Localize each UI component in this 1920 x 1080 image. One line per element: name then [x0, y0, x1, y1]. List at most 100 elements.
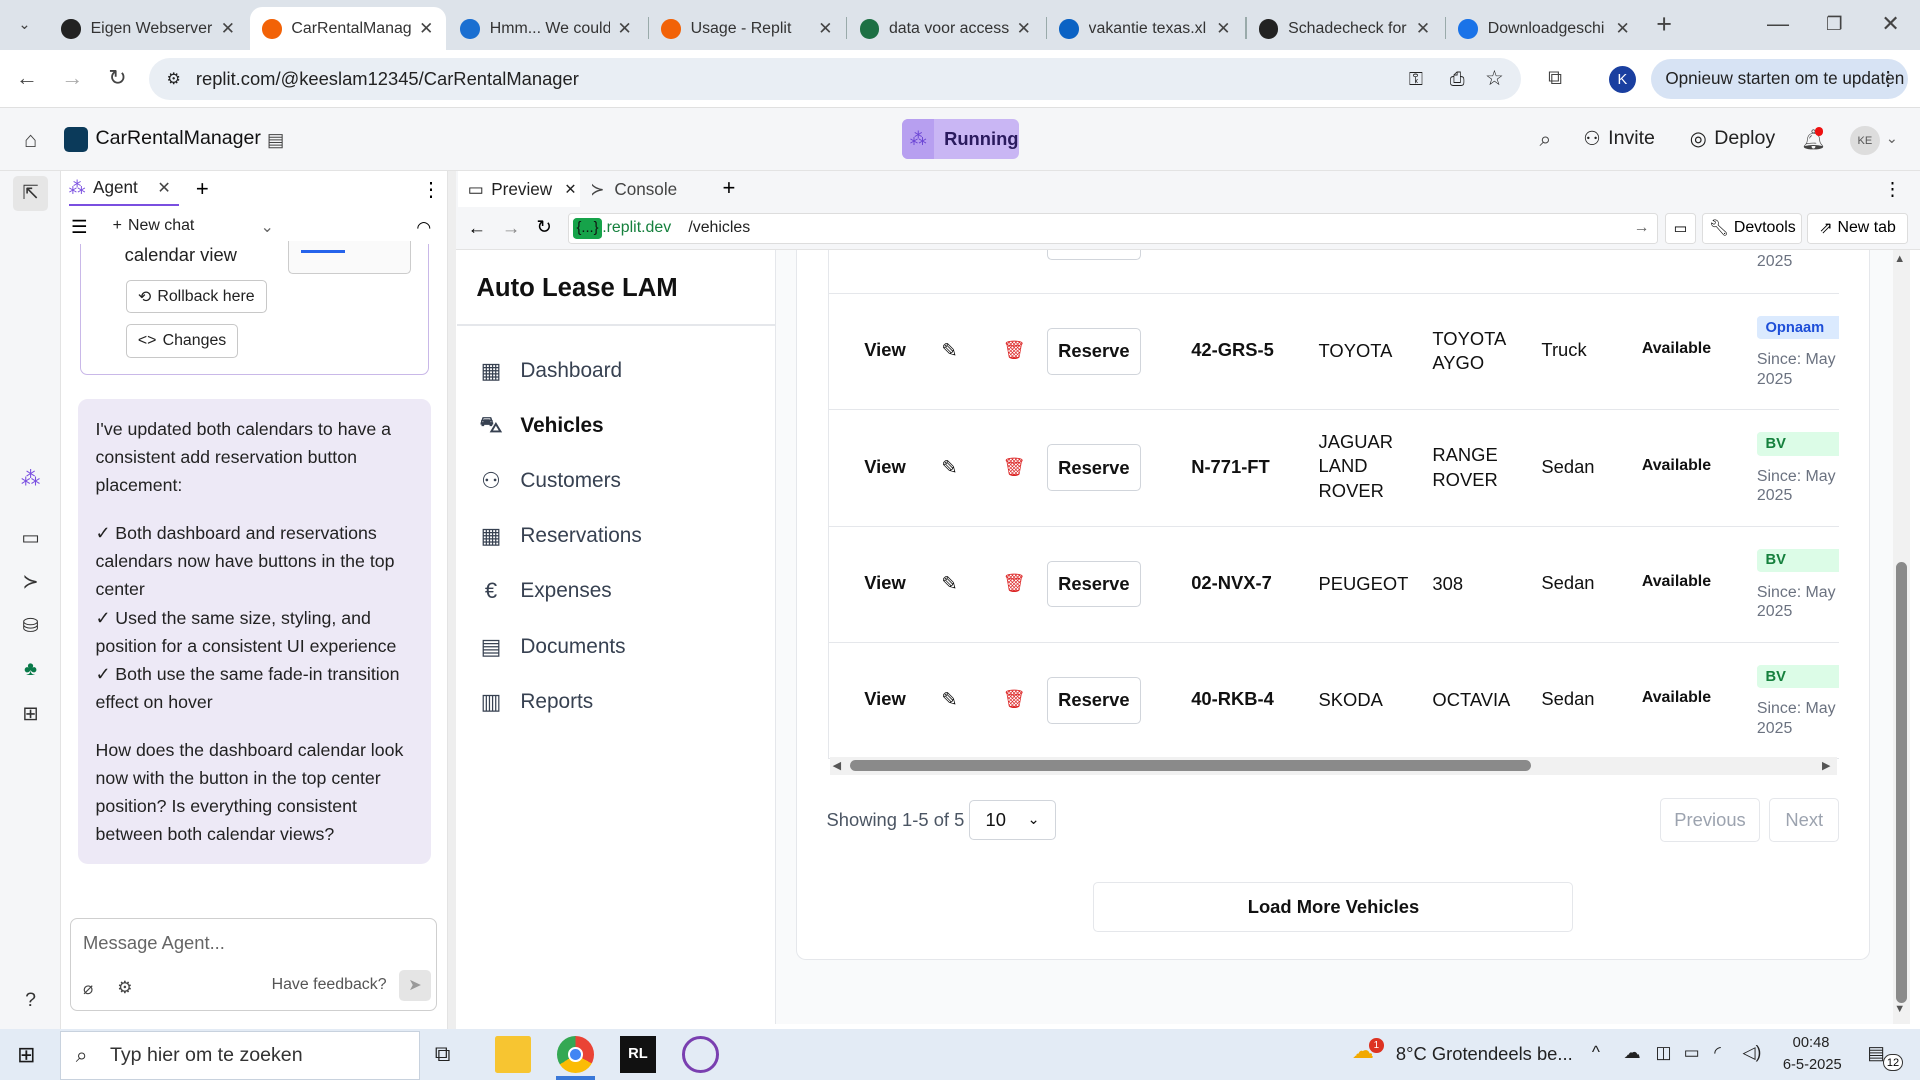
close-tab-icon[interactable]: ✕ [1216, 18, 1230, 39]
close-tab-icon[interactable]: ✕ [419, 18, 433, 39]
project-name[interactable]: CarRentalManager [96, 127, 261, 150]
tab-console[interactable]: ≻ Console [590, 171, 677, 207]
chat-list-icon[interactable]: ☰ [71, 216, 87, 238]
scroll-down-icon[interactable]: ▼ [1894, 1003, 1905, 1015]
clock-date[interactable]: 6-5-2025 [1783, 1057, 1842, 1073]
trash-icon[interactable]: 🗑︎ [1003, 456, 1026, 478]
scroll-right-icon[interactable]: ▶ [1822, 759, 1830, 772]
preview-address[interactable]: {...} .replit.dev /vehicles → [568, 213, 1658, 244]
trash-icon[interactable]: 🗑︎ [1003, 572, 1026, 594]
rollback-button[interactable]: ⟲ Rollback here [125, 280, 267, 314]
forward-icon[interactable]: → [58, 64, 87, 93]
packages-icon[interactable]: ♣ [17, 656, 44, 683]
reload-icon[interactable]: ↻ [536, 216, 551, 238]
run-button[interactable]: ⁂ Running [902, 118, 1019, 160]
taskbar-search[interactable]: ⌕ Typ hier om te zoeken [60, 1031, 420, 1080]
load-more-button[interactable]: Load More Vehicles [1093, 881, 1574, 932]
site-info-icon[interactable]: ⚙ [167, 69, 181, 89]
nav-item-expenses[interactable]: € Expenses [476, 573, 612, 610]
help-icon[interactable]: ? [17, 987, 44, 1014]
view-button[interactable]: View [864, 339, 906, 361]
tray-chevron-icon[interactable]: ^ [1592, 1042, 1600, 1063]
profile-avatar[interactable]: K [1608, 66, 1636, 94]
reserve-button-partial[interactable] [1046, 249, 1141, 260]
panel-menu-icon[interactable]: ⋮ [421, 178, 441, 202]
agent-icon[interactable]: ⁂ [17, 465, 44, 492]
scroll-thumb[interactable] [849, 760, 1531, 772]
tab-preview[interactable]: ▭ Preview ✕ [457, 171, 581, 207]
password-key-icon[interactable]: ⚿ [1409, 68, 1423, 90]
nav-item-dashboard[interactable]: ▦ Dashboard [476, 353, 623, 390]
browser-tab[interactable]: Usage - Replit ✕ [649, 7, 845, 50]
close-tab-icon[interactable]: ✕ [221, 18, 235, 39]
browser-tab[interactable]: Schadecheck for ✕ [1247, 7, 1443, 50]
onedrive-tray-icon[interactable]: ☁ [1624, 1042, 1641, 1063]
close-tab-icon[interactable]: ✕ [564, 181, 576, 198]
reload-icon[interactable]: ↻ [103, 64, 132, 93]
new-chat-button[interactable]: + New chat ⌄ [113, 217, 274, 237]
preview-icon[interactable]: ▭ [17, 524, 44, 551]
forward-icon[interactable]: → [502, 217, 520, 239]
reserve-button[interactable]: Reserve [1046, 560, 1141, 608]
nav-item-reports[interactable]: ▥ Reports [476, 683, 594, 720]
browser-tab[interactable]: Hmm... We could ✕ [448, 7, 644, 50]
pencil-icon[interactable]: ✎ [941, 688, 957, 712]
close-tab-icon[interactable]: ✕ [157, 178, 170, 198]
checkpoint-thumbnail[interactable] [287, 241, 412, 275]
bookmark-star-icon[interactable]: ☆ [1485, 66, 1504, 91]
nav-item-customers[interactable]: ⚇ Customers [476, 463, 621, 500]
scroll-left-icon[interactable]: ◀ [833, 759, 841, 772]
install-app-icon[interactable]: ⎙ [1450, 68, 1465, 90]
settings-icon[interactable]: ⚙ [117, 977, 132, 998]
reserve-button[interactable]: Reserve [1046, 677, 1141, 724]
panel-resizer[interactable] [448, 171, 456, 1029]
pencil-icon[interactable]: ✎ [941, 339, 957, 363]
devtools-button[interactable]: 🔧︎ Devtools [1702, 213, 1803, 244]
windows-start-icon[interactable]: ⊞ [17, 1042, 35, 1068]
restore-icon[interactable]: ❐ [1820, 10, 1849, 39]
add-tab-icon[interactable]: + [722, 175, 735, 201]
browser-tab[interactable]: Downloadgeschi ✕ [1446, 7, 1642, 50]
chevron-down-icon[interactable]: ⌄ [260, 217, 273, 237]
panel-menu-icon[interactable]: ⋮ [1883, 178, 1901, 200]
browser-tab[interactable]: CarRentalManag ✕ [249, 7, 446, 51]
app-circle-icon[interactable] [682, 1035, 719, 1073]
message-input[interactable]: Message Agent... [83, 932, 225, 954]
speed-icon[interactable]: ◠ [416, 217, 431, 238]
nav-item-documents[interactable]: ▤ Documents [476, 628, 626, 665]
task-view-icon[interactable]: ⧉ [435, 1041, 451, 1067]
previous-button[interactable]: Previous [1660, 798, 1760, 843]
home-icon[interactable]: ⌂ [16, 125, 45, 154]
search-icon[interactable]: ⌕ [1531, 125, 1560, 154]
trash-icon[interactable]: 🗑︎ [1003, 688, 1026, 710]
horizontal-scrollbar[interactable]: ◀ ▶ [830, 756, 1837, 776]
new-tab-button[interactable]: ⇗ New tab [1807, 213, 1908, 244]
changes-button[interactable]: <> Changes [125, 324, 239, 358]
next-button[interactable]: Next [1769, 798, 1840, 843]
reserve-button[interactable]: Reserve [1046, 328, 1141, 375]
update-button[interactable]: Opnieuw starten om te updaten ⋮ [1650, 58, 1908, 100]
wifi-icon[interactable]: ◜ [1714, 1042, 1721, 1063]
view-button[interactable]: View [864, 572, 906, 594]
database-icon[interactable]: ⛁ [17, 612, 44, 639]
chevron-down-icon[interactable]: ⌄ [1886, 130, 1898, 147]
browser-tab[interactable]: data voor access ✕ [847, 7, 1043, 50]
page-size-select[interactable]: 10 ⌄ [968, 799, 1056, 840]
clock-time[interactable]: 00:48 [1793, 1035, 1830, 1051]
go-arrow-icon[interactable]: → [1634, 219, 1650, 237]
pencil-icon[interactable]: ✎ [941, 456, 957, 480]
bell-icon[interactable]: 🔔︎ [1799, 125, 1828, 154]
reserve-button[interactable]: Reserve [1046, 444, 1141, 491]
close-tab-icon[interactable]: ✕ [1615, 18, 1629, 39]
view-button[interactable]: View [864, 456, 906, 478]
console-icon[interactable]: ≻ [17, 568, 44, 595]
address-bar[interactable]: ⚙ replit.com/@keeslam12345/CarRentalMana… [149, 57, 1521, 101]
close-tab-icon[interactable]: ✕ [1017, 18, 1031, 39]
tab-agent[interactable]: ⁂ Agent ✕ [68, 171, 179, 206]
battery-icon[interactable]: ▭ [1684, 1042, 1700, 1063]
volume-icon[interactable]: ◁) [1742, 1042, 1761, 1063]
trash-icon[interactable]: 🗑︎ [1003, 339, 1026, 361]
feedback-link[interactable]: Have feedback? [272, 976, 387, 994]
browser-tab[interactable]: Eigen Webserver ✕ [49, 7, 247, 50]
tray-app-icon[interactable]: ◫ [1656, 1042, 1672, 1063]
